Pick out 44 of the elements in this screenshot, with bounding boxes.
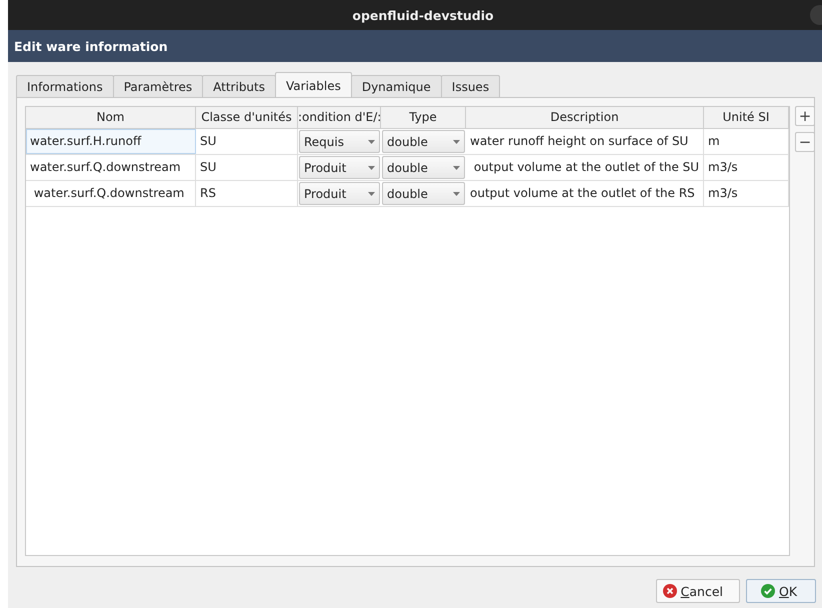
table-cell: water.surf.Q.downstream [26,181,196,206]
tab[interactable]: Attributs [202,75,276,97]
column-header[interactable]: Classe d'unités [196,107,298,128]
dropdown[interactable]: Produit [299,156,380,179]
window-title: openfluid-devstudio [352,8,494,22]
caret-icon [368,140,375,144]
table-cell: output volume at the outlet of the SU [466,155,704,180]
column-header[interactable]: Nom [26,107,196,128]
column-header[interactable]: :ondition d'E/: [298,107,381,128]
dropdown[interactable]: Produit [299,182,380,205]
table-cell: m [704,129,789,154]
tab[interactable]: Dynamique [350,75,442,97]
caret-icon [453,140,460,144]
tab[interactable]: Variables [275,72,352,97]
table-cell: SU [196,155,298,180]
table-cell: water.surf.H.runoff [26,129,196,154]
column-header[interactable]: Type [381,107,466,128]
dropdown[interactable]: double [382,182,465,205]
cancel-button[interactable]: Cancel [656,579,740,603]
table-cell: water.surf.Q.downstream [26,155,196,180]
table-cell: m3/s [704,155,789,180]
caret-icon [453,166,460,170]
tab[interactable]: Paramètres [112,75,204,97]
table-cell: output volume at the outlet of the RS [466,181,704,206]
table-cell: m3/s [704,181,789,206]
check-icon [761,584,775,598]
caret-icon [453,192,460,196]
dropdown[interactable]: Requis [299,130,380,153]
cancel-icon [662,584,677,598]
column-header[interactable]: Description [466,107,704,128]
dropdown[interactable]: double [382,156,465,179]
dropdown[interactable]: double [382,130,465,153]
tab[interactable]: Informations [16,75,114,97]
add-button[interactable]: + [795,106,815,126]
column-header[interactable]: Unité SI [704,107,789,128]
ok-button[interactable]: OK [746,579,816,603]
table-cell: RS [196,181,298,206]
remove-button[interactable]: − [795,132,815,152]
caret-icon [368,166,375,170]
caret-icon [368,192,375,196]
table-cell: water runoff height on surface of SU [466,129,704,154]
table-cell: SU [196,129,298,154]
tab[interactable]: Issues [440,75,500,97]
dialog-title: Edit ware information [14,38,168,54]
